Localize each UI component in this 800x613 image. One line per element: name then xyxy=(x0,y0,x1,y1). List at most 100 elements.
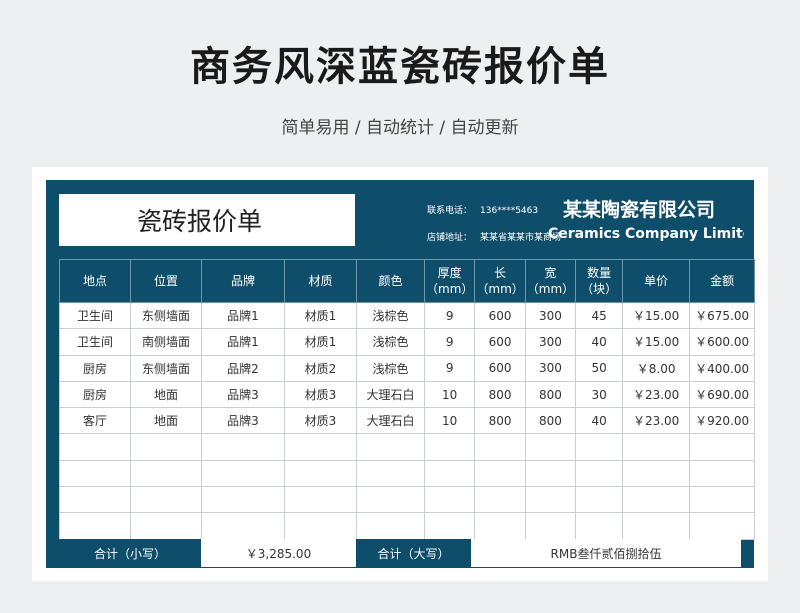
table-cell[interactable] xyxy=(284,459,357,488)
table-cell[interactable] xyxy=(284,512,357,540)
table-cell[interactable]: 600 xyxy=(474,328,526,356)
table-cell[interactable] xyxy=(524,486,577,514)
table-cell[interactable] xyxy=(59,512,131,540)
table-cell[interactable] xyxy=(130,433,202,461)
table-cell[interactable]: ￥23.00 xyxy=(622,407,691,435)
table-cell[interactable]: 材质1 xyxy=(284,301,357,330)
table-cell[interactable] xyxy=(575,459,624,488)
table-cell[interactable]: 浅棕色 xyxy=(356,328,425,356)
table-cell[interactable] xyxy=(423,512,476,540)
table-cell[interactable] xyxy=(622,512,691,540)
table-cell[interactable] xyxy=(130,459,202,488)
table-cell[interactable] xyxy=(622,433,691,461)
table-cell[interactable]: 东侧墙面 xyxy=(130,301,202,330)
table-cell[interactable]: 800 xyxy=(524,380,577,409)
table-cell[interactable]: 600 xyxy=(474,354,526,382)
table-cell[interactable]: 45 xyxy=(575,301,624,330)
total-small-value[interactable]: ￥3,285.00 xyxy=(201,539,356,567)
table-cell[interactable]: 厨房 xyxy=(59,354,131,382)
table-cell[interactable] xyxy=(201,459,285,488)
table-cell[interactable] xyxy=(201,433,285,461)
table-cell[interactable]: ￥23.00 xyxy=(622,380,691,409)
total-big-value[interactable]: RMB叁仟贰佰捌拾伍 xyxy=(471,539,741,567)
table-cell[interactable] xyxy=(689,459,756,488)
table-cell[interactable] xyxy=(622,459,691,488)
table-cell[interactable]: 品牌1 xyxy=(201,301,285,330)
table-cell[interactable]: ￥15.00 xyxy=(622,328,691,356)
table-cell[interactable] xyxy=(284,486,357,514)
table-cell[interactable]: 300 xyxy=(524,328,577,356)
table-cell[interactable] xyxy=(423,459,476,488)
table-cell[interactable] xyxy=(130,512,202,540)
phone-value[interactable]: 136****5463 xyxy=(480,206,538,216)
table-cell[interactable] xyxy=(423,433,476,461)
table-cell[interactable]: 10 xyxy=(423,380,476,409)
table-cell[interactable]: 材质3 xyxy=(284,380,357,409)
table-cell[interactable]: ￥920.00 xyxy=(689,407,756,435)
table-cell[interactable]: 40 xyxy=(575,328,624,356)
table-cell[interactable] xyxy=(524,512,577,540)
table-cell[interactable]: 卫生间 xyxy=(59,328,131,356)
table-cell[interactable] xyxy=(474,433,526,461)
table-cell[interactable] xyxy=(689,486,756,514)
table-cell[interactable]: 品牌2 xyxy=(201,354,285,382)
table-cell[interactable]: 600 xyxy=(474,301,526,330)
table-cell[interactable] xyxy=(59,486,131,514)
table-cell[interactable] xyxy=(474,459,526,488)
table-cell[interactable] xyxy=(689,433,756,461)
table-cell[interactable] xyxy=(284,433,357,461)
table-cell[interactable]: 40 xyxy=(575,407,624,435)
table-cell[interactable]: 9 xyxy=(423,328,476,356)
table-cell[interactable]: 9 xyxy=(423,301,476,330)
table-cell[interactable]: 浅棕色 xyxy=(356,354,425,382)
table-cell[interactable]: ￥675.00 xyxy=(689,301,756,330)
table-cell[interactable]: 300 xyxy=(524,354,577,382)
table-cell[interactable] xyxy=(474,486,526,514)
table-cell[interactable]: 800 xyxy=(474,380,526,409)
table-cell[interactable] xyxy=(356,433,425,461)
table-cell[interactable] xyxy=(130,486,202,514)
table-cell[interactable]: 浅棕色 xyxy=(356,301,425,330)
table-cell[interactable] xyxy=(59,433,131,461)
table-cell[interactable]: ￥8.00 xyxy=(622,354,691,382)
table-cell[interactable]: 大理石白 xyxy=(356,380,425,409)
table-cell[interactable]: 800 xyxy=(524,407,577,435)
table-cell[interactable]: 9 xyxy=(423,354,476,382)
table-cell[interactable]: 大理石白 xyxy=(356,407,425,435)
table-cell[interactable] xyxy=(575,433,624,461)
table-cell[interactable] xyxy=(689,512,756,540)
table-cell[interactable]: 品牌3 xyxy=(201,380,285,409)
table-cell[interactable]: 10 xyxy=(423,407,476,435)
table-cell[interactable] xyxy=(524,433,577,461)
table-cell[interactable]: 卫生间 xyxy=(59,301,131,330)
table-cell[interactable]: ￥600.00 xyxy=(689,328,756,356)
table-cell[interactable]: 南侧墙面 xyxy=(130,328,202,356)
table-cell[interactable]: 地面 xyxy=(130,407,202,435)
table-cell[interactable]: 东侧墙面 xyxy=(130,354,202,382)
table-cell[interactable]: 材质2 xyxy=(284,354,357,382)
table-cell[interactable] xyxy=(575,486,624,514)
table-cell[interactable]: 300 xyxy=(524,301,577,330)
table-cell[interactable] xyxy=(622,486,691,514)
table-cell[interactable] xyxy=(356,486,425,514)
table-cell[interactable] xyxy=(356,512,425,540)
table-cell[interactable] xyxy=(524,459,577,488)
table-cell[interactable]: 品牌1 xyxy=(201,328,285,356)
table-cell[interactable] xyxy=(474,512,526,540)
table-cell[interactable] xyxy=(201,486,285,514)
table-cell[interactable]: 客厅 xyxy=(59,407,131,435)
doc-title-box[interactable]: 瓷砖报价单 xyxy=(59,194,355,246)
table-cell[interactable]: 800 xyxy=(474,407,526,435)
table-cell[interactable]: 30 xyxy=(575,380,624,409)
table-cell[interactable]: 50 xyxy=(575,354,624,382)
table-cell[interactable] xyxy=(575,512,624,540)
table-cell[interactable]: ￥15.00 xyxy=(622,301,691,330)
table-cell[interactable]: 品牌3 xyxy=(201,407,285,435)
table-cell[interactable]: ￥690.00 xyxy=(689,380,756,409)
table-cell[interactable]: 材质3 xyxy=(284,407,357,435)
table-cell[interactable] xyxy=(423,486,476,514)
table-cell[interactable] xyxy=(356,459,425,488)
table-cell[interactable]: 厨房 xyxy=(59,380,131,409)
table-cell[interactable] xyxy=(201,512,285,540)
table-cell[interactable]: 材质1 xyxy=(284,328,357,356)
